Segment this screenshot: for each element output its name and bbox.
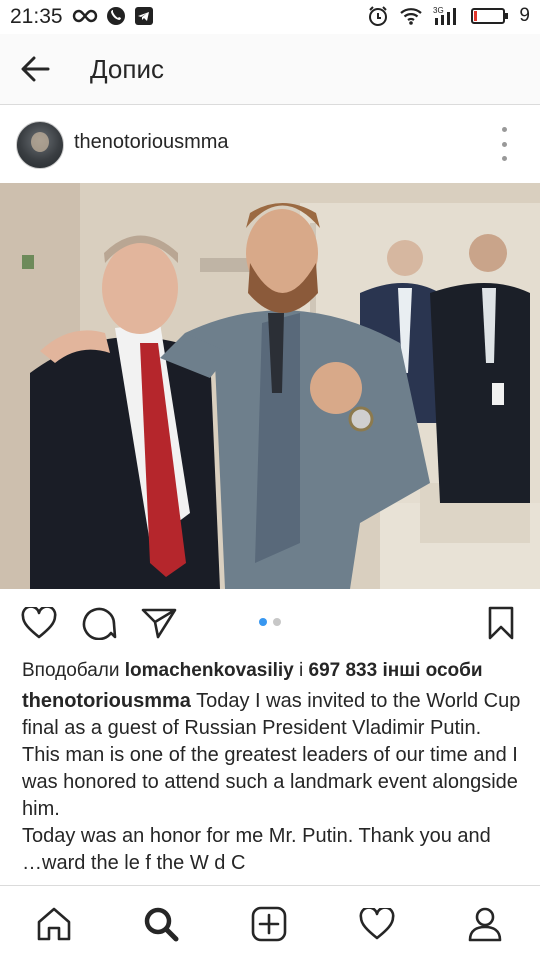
- more-dot-icon: [501, 127, 507, 132]
- viber-icon: [107, 7, 125, 25]
- post-photo-illustration: [0, 183, 540, 589]
- likes-summary[interactable]: Вподобали lomachenkovasiliy і 697 833 ін…: [22, 660, 526, 682]
- nav-home[interactable]: [34, 904, 74, 944]
- likes-count[interactable]: 697 833: [309, 660, 378, 681]
- comment-icon: [82, 607, 117, 640]
- back-button[interactable]: [18, 54, 52, 84]
- nav-new-post[interactable]: [249, 904, 289, 944]
- caption-line: This man is one of the greatest leaders …: [22, 744, 518, 820]
- post-caption: thenotoriousmma Today I was invited to t…: [22, 688, 522, 885]
- post-header: thenotoriousmma: [0, 105, 540, 183]
- more-options-button[interactable]: [494, 127, 514, 161]
- home-icon: [37, 907, 71, 941]
- page-title: Допис: [90, 54, 164, 84]
- likes-user[interactable]: lomachenkovasiliy: [125, 660, 294, 681]
- avatar[interactable]: [16, 121, 64, 169]
- more-dot-icon: [501, 141, 507, 147]
- status-right-icons: 3G 9: [367, 5, 530, 27]
- signal-icon: 3G: [433, 6, 457, 25]
- alarm-icon: [369, 6, 388, 26]
- carousel-dot: [273, 618, 281, 626]
- telegram-icon: [135, 7, 153, 25]
- carousel-dot-active: [259, 618, 267, 626]
- heart-icon: [21, 607, 57, 639]
- post-username[interactable]: thenotoriousmma: [74, 131, 229, 154]
- send-icon: [141, 608, 177, 639]
- caption-line-cut: …ward the le f the W d C: [22, 852, 246, 874]
- profile-icon: [468, 907, 502, 942]
- more-dot-icon: [501, 156, 507, 161]
- post-actions: [0, 589, 540, 655]
- caption-line: thenotoriousmma Today I was invited to t…: [22, 688, 522, 742]
- comment-button[interactable]: [80, 605, 118, 641]
- carousel-indicator: [259, 618, 281, 626]
- bookmark-icon: [488, 606, 514, 640]
- arrow-left-icon: [21, 56, 50, 82]
- search-icon: [144, 907, 179, 942]
- top-bar: Допис: [0, 34, 540, 105]
- status-bar: 21:35 3G 9: [0, 0, 540, 34]
- status-time: 21:35: [10, 5, 63, 28]
- likes-suffix[interactable]: інші особи: [377, 660, 482, 681]
- caption-line: Today was an honor for me Mr. Putin. Tha…: [22, 825, 491, 847]
- nav-search[interactable]: [141, 904, 181, 944]
- likes-middle: і: [293, 660, 309, 681]
- likes-prefix: Вподобали: [22, 660, 125, 681]
- svg-text:3G: 3G: [433, 6, 444, 15]
- bottom-nav: [0, 885, 540, 960]
- battery-level: 9: [519, 5, 530, 26]
- like-button[interactable]: [20, 605, 58, 641]
- infinity-icon: [72, 9, 98, 23]
- add-post-icon: [251, 906, 287, 942]
- battery-icon: [471, 8, 509, 24]
- wifi-icon: [400, 8, 423, 25]
- activity-heart-icon: [359, 908, 395, 940]
- nav-activity[interactable]: [357, 904, 397, 944]
- nav-profile[interactable]: [465, 904, 505, 944]
- post-photo[interactable]: [0, 183, 540, 589]
- status-left-icons: [72, 6, 154, 26]
- caption-username[interactable]: thenotoriousmma: [22, 690, 191, 712]
- save-button[interactable]: [482, 605, 520, 641]
- share-button[interactable]: [140, 605, 178, 641]
